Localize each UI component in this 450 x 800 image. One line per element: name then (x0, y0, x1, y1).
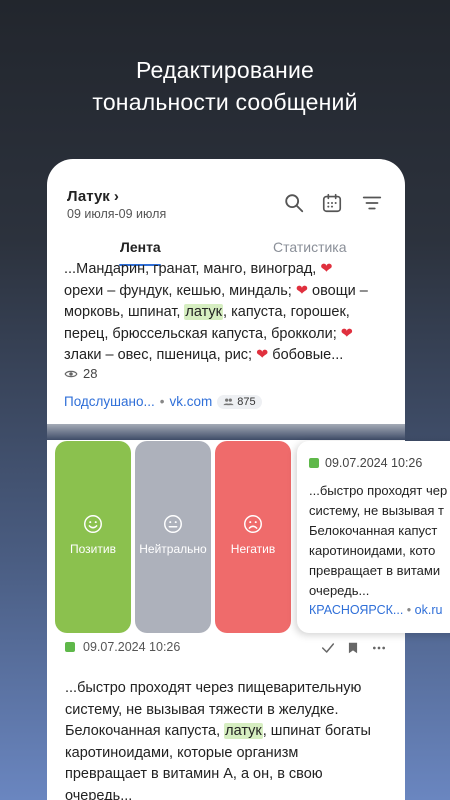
post-line: очередь... (309, 583, 370, 598)
people-icon (223, 398, 234, 406)
post-line: Белокочанная капуста, (65, 723, 225, 739)
post-line: превращает в витамин А, а он, в свою (65, 766, 323, 782)
tab-statistics[interactable]: Статистика (273, 239, 347, 255)
positive-status-square (309, 458, 319, 468)
post-line: систему, не вызывая т (309, 503, 444, 518)
source-row: КРАСНОЯРСК... • ok.ru (309, 603, 442, 617)
swiped-post-card[interactable]: 09.07.2024 10:26 ...быстро проходят чер … (297, 441, 450, 633)
keyword-highlight: латук (184, 304, 224, 320)
phone-screen: Латук › 09 июля-09 июля Лента Статистика … (47, 159, 405, 424)
post-line: ...Мандарин, гранат, манго, виноград, (64, 261, 321, 277)
post-line: бобовые... (268, 347, 344, 363)
post-line: перец, брюссельская капуста, брокколи; (64, 325, 341, 342)
promo-title: Редактирование тональности сообщений (0, 54, 450, 118)
post-line: каротиноидами, которые организм (65, 744, 299, 761)
bookmark-icon[interactable] (346, 640, 360, 656)
negative-sentiment-button[interactable]: Негатив (215, 441, 291, 633)
source-link[interactable]: КРАСНОЯРСК... (309, 603, 403, 617)
date-range: 09 июля-09 июля (67, 207, 167, 221)
post-line: морковь, шпинат, (64, 304, 185, 320)
heart-icon: ❤ (320, 261, 333, 277)
post-date: 09.07.2024 10:26 (309, 456, 422, 470)
separator-dot: • (406, 603, 412, 617)
filter-icon[interactable] (361, 192, 383, 214)
channel-title-button[interactable]: Латук › (67, 188, 119, 205)
post-line: ...быстро проходят через пищеварительную (65, 680, 362, 696)
smile-icon (84, 515, 102, 533)
audience-badge: 875 (217, 394, 262, 409)
negative-label: Негатив (230, 542, 276, 556)
tab-feed[interactable]: Лента (120, 239, 161, 255)
post-date-text: 09.07.2024 10:26 (325, 456, 423, 470)
positive-label: Позитив (70, 542, 116, 556)
source-row: Подслушано... • vk.com 875 (64, 394, 262, 409)
separator-dot: • (159, 394, 165, 409)
post-line: орехи – фундук, кешью, миндаль; (64, 282, 296, 299)
promo-title-line-1: Редактирование (135, 57, 314, 83)
check-icon[interactable] (320, 640, 336, 656)
post-line: , капуста, горошек, (223, 304, 350, 320)
post-text: ...Мандарин, гранат, манго, виноград, ❤ … (64, 259, 394, 367)
heart-icon: ❤ (340, 325, 353, 342)
post-date-text: 09.07.2024 10:26 (83, 640, 181, 654)
top-bar: Латук › 09 июля-09 июля (47, 159, 405, 229)
more-icon[interactable] (370, 640, 388, 656)
post-text: ...быстро проходят через пищеварительную… (65, 678, 395, 800)
source-link[interactable]: Подслушано... (64, 394, 155, 409)
eye-icon (64, 370, 78, 377)
post-line: очередь... (65, 787, 133, 800)
keyword-highlight: латук (224, 723, 263, 739)
post-date: 09.07.2024 10:26 (65, 640, 180, 654)
heart-icon: ❤ (256, 347, 269, 363)
post-line: ...быстро проходят чер (309, 483, 448, 498)
neutral-face-icon (164, 515, 182, 533)
views-counter: 28 (64, 366, 97, 381)
promo-title-line-2: тональности сообщений (92, 89, 358, 115)
post-actions (320, 640, 388, 656)
frown-icon (244, 515, 262, 533)
post-line: превращает в витами (309, 563, 441, 578)
channel-name: Латук (67, 188, 110, 205)
heart-icon: ❤ (295, 282, 309, 299)
calendar-icon[interactable] (321, 192, 343, 214)
audience-count: 875 (237, 395, 256, 408)
post-line: Белокочанная капуст (309, 523, 438, 538)
views-count: 28 (83, 366, 98, 381)
domain-link[interactable]: vk.com (169, 394, 212, 409)
positive-status-square (65, 642, 75, 652)
card-fade (47, 410, 405, 440)
domain-link[interactable]: ok.ru (415, 603, 443, 617)
post-line: систему, не вызывая тяжести в желудке. (65, 701, 339, 718)
post-text: ...быстро проходят чер систему, не вызыв… (309, 481, 450, 601)
neutral-label: Нейтрально (139, 542, 207, 556)
neutral-sentiment-button[interactable]: Нейтрально (135, 441, 211, 633)
post-line: овощи – (308, 282, 368, 299)
post-line: злаки – овес, пшеница, рис; (64, 347, 257, 363)
post-line: каротиноидами, кото (309, 543, 436, 558)
positive-sentiment-button[interactable]: Позитив (55, 441, 131, 633)
search-icon[interactable] (283, 192, 305, 214)
chevron-right-icon: › (113, 188, 119, 205)
post-line: , шпинат богаты (262, 723, 371, 739)
